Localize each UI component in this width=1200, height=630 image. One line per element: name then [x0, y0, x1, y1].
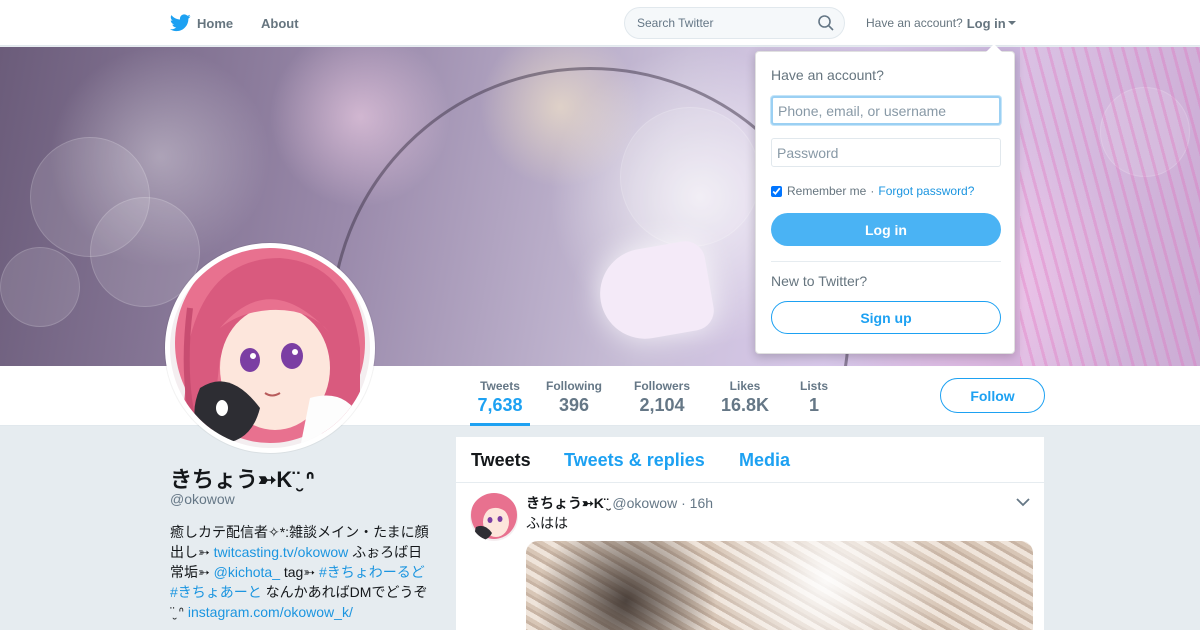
- bio-hashtag[interactable]: #きちょあーと: [170, 584, 262, 600]
- account-prompt: Have an account?: [866, 16, 963, 30]
- stat-value: 2,104: [639, 395, 685, 415]
- tweet-header: きちょう➳K¨̮ @okowow · 16h: [526, 493, 713, 513]
- search-input[interactable]: [625, 8, 805, 38]
- password-field[interactable]: [771, 138, 1001, 167]
- stat-value: 396: [558, 395, 590, 415]
- stat-value: 1: [808, 395, 819, 415]
- stat-value: 7,638: [477, 395, 523, 415]
- new-to-twitter-text: New to Twitter?: [771, 273, 868, 289]
- tweet-author-name[interactable]: きちょう➳K¨̮: [526, 495, 609, 511]
- signup-button[interactable]: Sign up: [771, 301, 1001, 334]
- login-dropdown: Have an account? Remember me · Forgot pa…: [755, 44, 1015, 354]
- username-field[interactable]: [771, 96, 1001, 125]
- nav-about[interactable]: About: [261, 0, 299, 46]
- nav-home-label: Home: [197, 15, 234, 31]
- stat-likes[interactable]: Likes 16.8K: [720, 366, 770, 426]
- tweet-text: ふはは: [526, 515, 568, 531]
- stat-lists[interactable]: Lists 1: [799, 366, 829, 426]
- login-menu-toggle[interactable]: Log in: [967, 16, 1006, 31]
- tab-tweets-replies[interactable]: Tweets & replies: [564, 450, 705, 471]
- nav-home[interactable]: Home: [170, 0, 233, 46]
- stat-following[interactable]: Following 396: [545, 366, 603, 426]
- profile-handle: @okowow: [170, 491, 235, 507]
- timeline-tabs: Tweets Tweets & replies Media: [456, 437, 1044, 483]
- bio-link-instagram[interactable]: instagram.com/okowow_k/: [188, 604, 353, 620]
- bio-mention[interactable]: @kichota_: [214, 564, 280, 580]
- stat-value: 16.8K: [720, 395, 770, 415]
- timeline: Tweets Tweets & replies Media きちょう➳K¨̮ @…: [456, 437, 1044, 630]
- tweet-item[interactable]: きちょう➳K¨̮ @okowow · 16h ふはは: [456, 483, 1044, 630]
- twitter-bird-icon: [170, 14, 191, 32]
- bio-text: tag➳: [279, 564, 319, 580]
- tab-tweets[interactable]: Tweets: [471, 450, 531, 471]
- profile-bio: 癒しカテ配信者✧*:雑談メイン・たまに顔出し➳ twitcasting.tv/o…: [170, 522, 432, 622]
- tweet-avatar-image: [470, 493, 518, 541]
- login-button[interactable]: Log in: [771, 213, 1001, 246]
- stat-followers[interactable]: Followers 2,104: [633, 366, 691, 426]
- tab-media[interactable]: Media: [739, 450, 790, 471]
- forgot-password-link[interactable]: Forgot password?: [878, 184, 974, 198]
- remember-row: Remember me · Forgot password?: [771, 184, 974, 198]
- avatar-image: [170, 248, 370, 448]
- stat-label: Following: [546, 379, 602, 393]
- search-box[interactable]: [624, 7, 845, 39]
- tweet-author-handle[interactable]: @okowow: [612, 495, 677, 511]
- chevron-down-icon[interactable]: [1016, 497, 1030, 507]
- tweet-media[interactable]: [526, 541, 1033, 630]
- tweet-timestamp[interactable]: 16h: [690, 495, 713, 511]
- tweet-separator: ·: [681, 495, 686, 511]
- dropdown-title: Have an account?: [771, 67, 884, 83]
- dropdown-divider: [771, 261, 1001, 262]
- tweet-avatar[interactable]: [470, 493, 518, 541]
- remember-label[interactable]: Remember me: [787, 184, 866, 198]
- stat-label: Followers: [633, 379, 690, 393]
- profile-name: きちょう➳K¨̮ ᐢ: [170, 467, 315, 492]
- profile-avatar[interactable]: [165, 243, 375, 453]
- stat-tweets[interactable]: Tweets 7,638: [470, 366, 530, 426]
- caret-down-icon[interactable]: [1007, 21, 1016, 25]
- account-menu[interactable]: Have an account? Log in: [866, 0, 1016, 46]
- stat-label: Lists: [799, 379, 828, 393]
- follow-button[interactable]: Follow: [940, 378, 1045, 413]
- search-icon[interactable]: [818, 15, 834, 31]
- stat-label: Likes: [729, 379, 761, 393]
- bio-link-twitcasting[interactable]: twitcasting.tv/okowow: [214, 544, 349, 560]
- bio-hashtag[interactable]: #きちょわーるど: [319, 564, 425, 580]
- remember-checkbox[interactable]: [771, 185, 782, 197]
- top-nav: Home About Have an account? Log in: [0, 0, 1200, 46]
- stat-label: Tweets: [480, 379, 520, 393]
- remember-separator: ·: [870, 184, 875, 198]
